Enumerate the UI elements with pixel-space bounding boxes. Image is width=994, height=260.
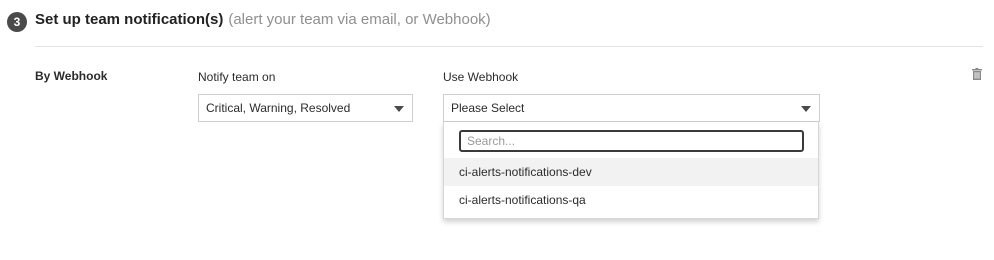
webhook-dropdown-menu: ci-alerts-notifications-dev ci-alerts-no… [443, 122, 819, 219]
step-number-badge: 3 [7, 12, 27, 32]
notify-team-value: Critical, Warning, Resolved [206, 101, 351, 115]
use-webhook-label: Use Webhook [443, 70, 519, 84]
notify-team-label: Notify team on [198, 70, 276, 84]
section-title: Set up team notification(s) (alert your t… [35, 11, 491, 28]
section-title-subtitle: (alert your team via email, or Webhook) [228, 11, 491, 28]
section-title-main: Set up team notification(s) [35, 11, 224, 28]
trash-icon[interactable] [972, 68, 982, 80]
webhook-option-qa[interactable]: ci-alerts-notifications-qa [444, 186, 818, 214]
webhook-search-input[interactable] [459, 130, 804, 152]
section-divider [35, 46, 983, 47]
chevron-down-icon [801, 106, 811, 112]
webhook-select[interactable]: Please Select [443, 94, 820, 122]
notify-team-select[interactable]: Critical, Warning, Resolved [198, 94, 413, 122]
row-label: By Webhook [35, 69, 108, 83]
notification-setup-section: 3 Set up team notification(s) (alert your… [0, 0, 994, 260]
webhook-select-value: Please Select [451, 101, 525, 115]
chevron-down-icon [394, 106, 404, 112]
webhook-option-dev[interactable]: ci-alerts-notifications-dev [444, 158, 818, 186]
